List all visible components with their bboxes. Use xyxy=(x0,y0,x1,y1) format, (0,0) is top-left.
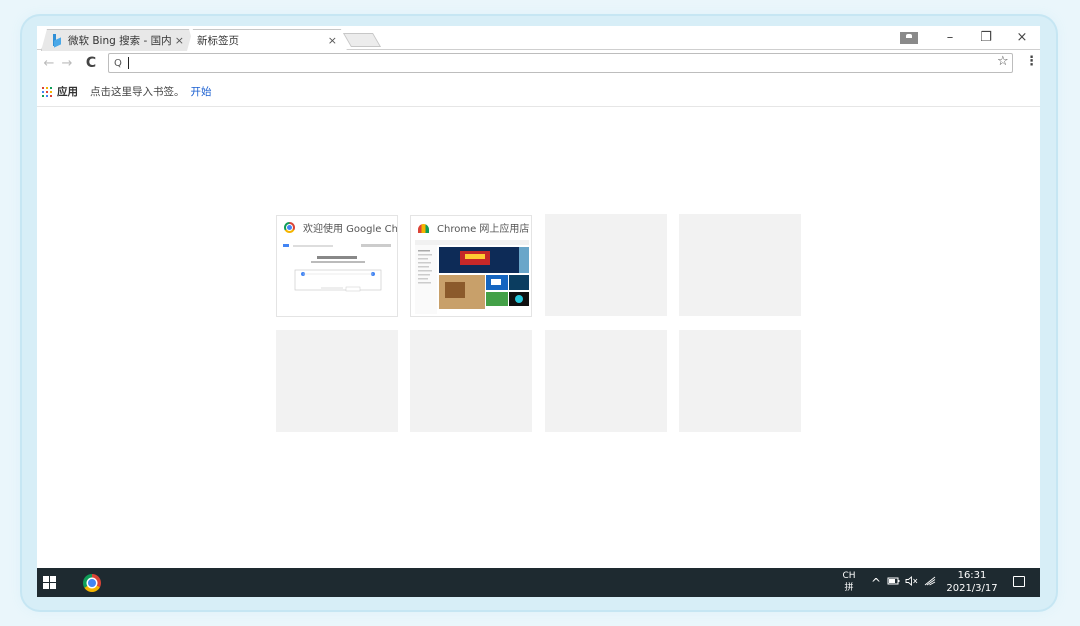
wifi-icon[interactable] xyxy=(924,576,937,589)
bookmark-star-icon[interactable]: ☆ xyxy=(997,54,1009,69)
tile-empty xyxy=(679,214,801,316)
tab-bing[interactable]: 微软 Bing 搜索 - 国内版 × xyxy=(41,29,195,51)
tile-title: 欢迎使用 Google Chrome xyxy=(303,223,397,235)
tile-empty xyxy=(679,330,801,432)
forward-button[interactable]: → xyxy=(58,56,76,71)
minimize-button[interactable]: – xyxy=(932,26,968,50)
show-hidden-icons-button[interactable]: ^ xyxy=(871,576,881,590)
restore-button[interactable]: ❐ xyxy=(968,26,1004,50)
tile-thumbnail xyxy=(281,240,395,314)
tile-empty xyxy=(276,330,398,432)
ime-language: CH xyxy=(842,571,856,581)
tile-thumbnail xyxy=(415,240,529,314)
tile-empty xyxy=(545,214,667,316)
chrome-taskbar-icon[interactable] xyxy=(83,574,101,592)
address-input[interactable] xyxy=(128,57,1012,69)
toolbar: ← → C Q ☆ ⋮ xyxy=(37,51,1040,75)
reload-button[interactable]: C xyxy=(82,55,100,71)
tile-chrome-web-store[interactable]: Chrome 网上应用店 xyxy=(410,215,532,317)
tab-strip: 微软 Bing 搜索 - 国内版 × 新标签页 × – ❐ × xyxy=(37,26,1040,50)
system-clock[interactable]: 16:31 2021/3/17 xyxy=(942,569,1002,595)
ime-mode: 拼 xyxy=(844,583,854,593)
volume-muted-icon[interactable] xyxy=(905,576,919,589)
clock-date: 2021/3/17 xyxy=(946,583,998,594)
tile-empty xyxy=(545,330,667,432)
menu-icon[interactable]: ⋮ xyxy=(1025,54,1038,69)
tile-title: Chrome 网上应用店 xyxy=(437,223,530,235)
apps-label[interactable]: 应用 xyxy=(57,84,78,99)
start-import-link[interactable]: 开始 xyxy=(191,84,212,99)
bing-icon xyxy=(52,34,62,47)
tile-welcome-chrome[interactable]: 欢迎使用 Google Chrome xyxy=(276,215,398,317)
profile-icon[interactable] xyxy=(900,32,918,44)
search-icon: Q xyxy=(114,57,122,69)
close-window-button[interactable]: × xyxy=(1004,26,1040,50)
bookmarks-bar: 应用 点击这里导入书签。 开始 xyxy=(37,77,1040,107)
battery-icon[interactable] xyxy=(887,576,901,589)
input-method-indicator[interactable]: CH 拼 xyxy=(842,570,856,594)
windows-start-icon[interactable] xyxy=(43,576,57,589)
notifications-icon[interactable] xyxy=(1013,576,1025,587)
omnibox[interactable]: Q xyxy=(108,53,1013,73)
apps-icon[interactable] xyxy=(42,86,52,97)
taskbar: CH 拼 ^ 16:31 2021/3/17 xyxy=(37,568,1040,597)
chrome-icon xyxy=(284,221,295,233)
chrome-web-store-icon xyxy=(418,224,429,233)
tab-new-tab[interactable]: 新标签页 × xyxy=(187,29,347,51)
close-tab-icon[interactable]: × xyxy=(175,34,184,47)
tile-empty xyxy=(410,330,532,432)
import-bookmarks-prompt: 点击这里导入书签。 xyxy=(90,86,185,98)
tab-title: 微软 Bing 搜索 - 国内版 xyxy=(68,35,171,47)
new-tab-button[interactable] xyxy=(342,33,382,47)
close-tab-icon[interactable]: × xyxy=(328,34,337,47)
window-controls: – ❐ × xyxy=(900,26,1040,50)
back-button[interactable]: ← xyxy=(40,56,58,71)
screen: 微软 Bing 搜索 - 国内版 × 新标签页 × – ❐ × ← → C Q … xyxy=(37,26,1040,597)
clock-time: 16:31 xyxy=(957,570,987,581)
tab-title: 新标签页 xyxy=(197,35,239,47)
